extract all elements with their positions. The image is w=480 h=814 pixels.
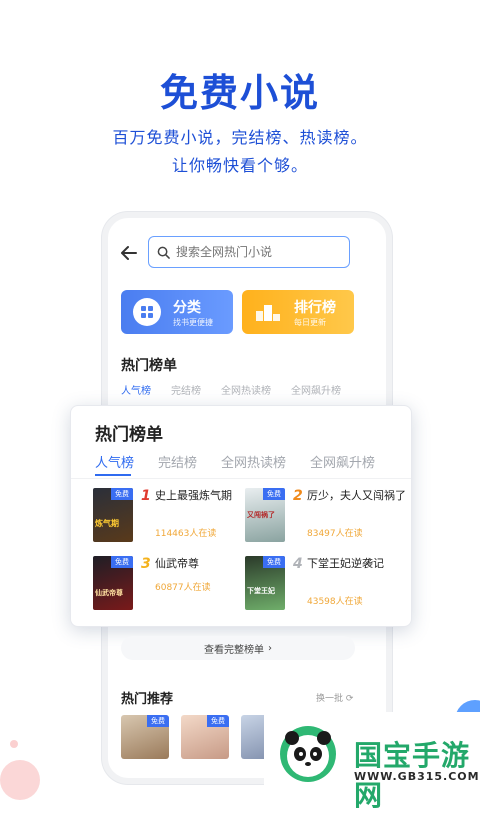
recommend-book-cover[interactable]: 免费 (121, 715, 169, 759)
hero-title: 免费小说 (159, 71, 320, 115)
category-subtitle: 找书更便捷 (173, 318, 213, 327)
watermark-url: WWW.GB315.COM (354, 770, 480, 783)
cover-text: 下堂王妃 (247, 587, 275, 595)
inner-tab-popular[interactable]: 人气榜 (121, 382, 151, 397)
recommend-title: 热门推荐 (121, 692, 174, 707)
inner-section-title: 热门榜单 (121, 358, 177, 374)
book-item[interactable]: 免费 又闯祸了 2 厉少，夫人又闯祸了 83497人在读 (245, 488, 406, 548)
podium-icon (254, 298, 282, 326)
tab-finished[interactable]: 完结榜 (158, 452, 197, 471)
refresh-label: 换一批 (316, 694, 344, 704)
free-badge: 免费 (263, 556, 285, 568)
popular-list-card: 热门榜单 人气榜 完结榜 全网热读榜 全网飙升榜 免费 炼气期 1 史上最强炼气… (70, 405, 412, 627)
book-item[interactable]: 免费 炼气期 1 史上最强炼气期 114463人在读 (93, 488, 253, 548)
hero-subtitle: 让你畅快看个够。 (171, 156, 308, 175)
reader-count: 114463人在读 (155, 529, 217, 539)
free-badge: 免费 (147, 715, 169, 727)
book-title: 史上最强炼气期 (155, 489, 232, 502)
book-cover: 免费 又闯祸了 (245, 488, 285, 542)
decor-dot (10, 740, 18, 748)
ranking-subtitle: 每日更新 (294, 318, 326, 327)
view-full-list-button[interactable]: 查看完整榜单 › (121, 636, 355, 660)
popular-list-title: 热门榜单 (95, 425, 163, 445)
tab-hot-read[interactable]: 全网热读榜 (221, 452, 286, 471)
book-title: 厉少，夫人又闯祸了 (307, 489, 406, 502)
search-input[interactable] (176, 245, 336, 259)
free-badge: 免费 (207, 715, 229, 727)
inner-tabs: 人气榜 完结榜 全网热读榜 全网飙升榜 (121, 382, 361, 397)
refresh-button[interactable]: 换一批 ⟳ (316, 691, 353, 704)
tab-popular[interactable]: 人气榜 (95, 452, 134, 471)
book-item[interactable]: 免费 下堂王妃 4 下堂王妃逆袭记 43598人在读 (245, 556, 405, 616)
ranking-title: 排行榜 (294, 300, 336, 316)
rank-number: 4 (293, 556, 303, 572)
active-tab-underline (95, 474, 131, 476)
watermark-logo: 国宝手游网 WWW.GB315.COM (264, 712, 480, 812)
decor-circle (0, 760, 40, 800)
back-arrow-icon[interactable] (118, 242, 140, 264)
panda-icon (280, 726, 336, 782)
book-title: 仙武帝尊 (155, 557, 199, 570)
inner-tab-hot-read[interactable]: 全网热读榜 (221, 382, 271, 397)
cover-text: 又闯祸了 (247, 511, 275, 519)
ranking-button[interactable]: 排行榜 每日更新 (242, 290, 354, 334)
search-icon (157, 246, 170, 259)
book-item[interactable]: 免费 仙武帝尊 3 仙武帝尊 60877人在读 (93, 556, 253, 616)
cover-text: 仙武帝尊 (95, 589, 123, 597)
inner-tab-finished[interactable]: 完结榜 (171, 382, 201, 397)
hero-subtitle: 百万免费小说，完结榜、热读榜。 (112, 128, 368, 147)
free-badge: 免费 (111, 488, 133, 500)
chevron-right-icon: › (268, 642, 272, 654)
inner-tab-rising[interactable]: 全网飙升榜 (291, 382, 341, 397)
book-title: 下堂王妃逆袭记 (307, 557, 384, 570)
rank-number: 2 (293, 488, 303, 504)
rank-number: 3 (141, 556, 151, 572)
cover-text: 炼气期 (95, 519, 119, 528)
popular-list-tabs: 人气榜 完结榜 全网热读榜 全网飙升榜 (95, 452, 399, 471)
book-cover: 免费 仙武帝尊 (93, 556, 133, 610)
recommend-book-cover[interactable]: 免费 (181, 715, 229, 759)
reader-count: 60877人在读 (155, 583, 211, 593)
reader-count: 43598人在读 (307, 597, 363, 607)
divider (71, 478, 411, 479)
free-badge: 免费 (263, 488, 285, 500)
rank-number: 1 (141, 488, 151, 504)
reader-count: 83497人在读 (307, 529, 363, 539)
book-cover: 免费 下堂王妃 (245, 556, 285, 610)
category-title: 分类 (173, 300, 201, 316)
free-badge: 免费 (111, 556, 133, 568)
book-cover: 免费 炼气期 (93, 488, 133, 542)
category-button[interactable]: 分类 找书更便捷 (121, 290, 233, 334)
search-box[interactable] (148, 236, 350, 268)
tab-rising[interactable]: 全网飙升榜 (310, 452, 375, 471)
refresh-icon: ⟳ (345, 694, 354, 704)
grid-icon (133, 298, 161, 326)
view-full-list-label: 查看完整榜单 (204, 644, 264, 656)
